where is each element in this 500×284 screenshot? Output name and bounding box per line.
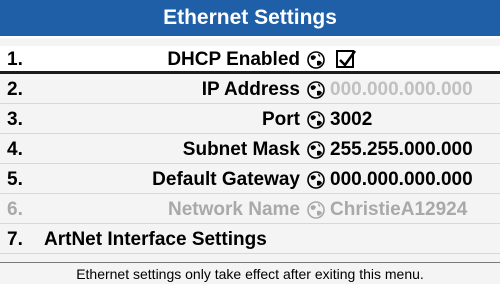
row-label: Port <box>262 109 300 130</box>
row-port[interactable]: 3. Port 3002 <box>0 106 500 134</box>
globe-network-icon <box>307 111 325 129</box>
row-label: Default Gateway <box>152 169 300 190</box>
row-default-gateway[interactable]: 5. Default Gateway 000.000.000.000 <box>0 166 500 194</box>
dhcp-checkbox[interactable] <box>336 50 357 68</box>
row-number: 2. <box>7 79 23 100</box>
globe-network-icon <box>307 81 325 99</box>
settings-list: 1. DHCP Enabled 2. IP Address 000.000.00… <box>0 46 500 256</box>
row-number: 7. <box>7 229 23 250</box>
row-label: Subnet Mask <box>182 139 300 160</box>
row-network-name: 6. Network Name ChristieA12924 <box>0 196 500 224</box>
ethernet-settings-menu: Ethernet Settings 1. DHCP Enabled 2. IP … <box>0 0 500 284</box>
globe-network-icon <box>307 171 325 189</box>
row-number: 5. <box>7 169 23 190</box>
row-label: ArtNet Interface Settings <box>44 229 267 250</box>
subnet-mask-value[interactable]: 255.255.000.000 <box>330 139 473 161</box>
network-name-value: ChristieA12924 <box>330 199 468 220</box>
row-number: 4. <box>7 139 23 160</box>
row-number: 3. <box>7 109 23 130</box>
row-label: DHCP Enabled <box>167 49 300 70</box>
globe-network-icon <box>307 201 325 219</box>
row-artnet-interface-settings[interactable]: 7. ArtNet Interface Settings <box>0 226 500 254</box>
row-dhcp-enabled[interactable]: 1. DHCP Enabled <box>0 46 500 74</box>
ip-address-value[interactable]: 000.000.000.000 <box>330 79 473 101</box>
row-label: IP Address <box>201 79 300 100</box>
row-number: 1. <box>7 49 23 70</box>
row-subnet-mask[interactable]: 4. Subnet Mask 255.255.000.000 <box>0 136 500 164</box>
help-footer: Ethernet settings only take effect after… <box>0 262 500 284</box>
default-gateway-value[interactable]: 000.000.000.000 <box>330 169 473 191</box>
menu-title: Ethernet Settings <box>0 0 500 38</box>
row-label: Network Name <box>168 199 300 220</box>
checkmark-icon <box>339 50 357 67</box>
row-ip-address[interactable]: 2. IP Address 000.000.000.000 <box>0 76 500 104</box>
row-number: 6. <box>7 199 23 220</box>
port-value[interactable]: 3002 <box>330 109 372 131</box>
globe-network-icon <box>307 141 325 159</box>
globe-network-icon <box>307 51 325 69</box>
